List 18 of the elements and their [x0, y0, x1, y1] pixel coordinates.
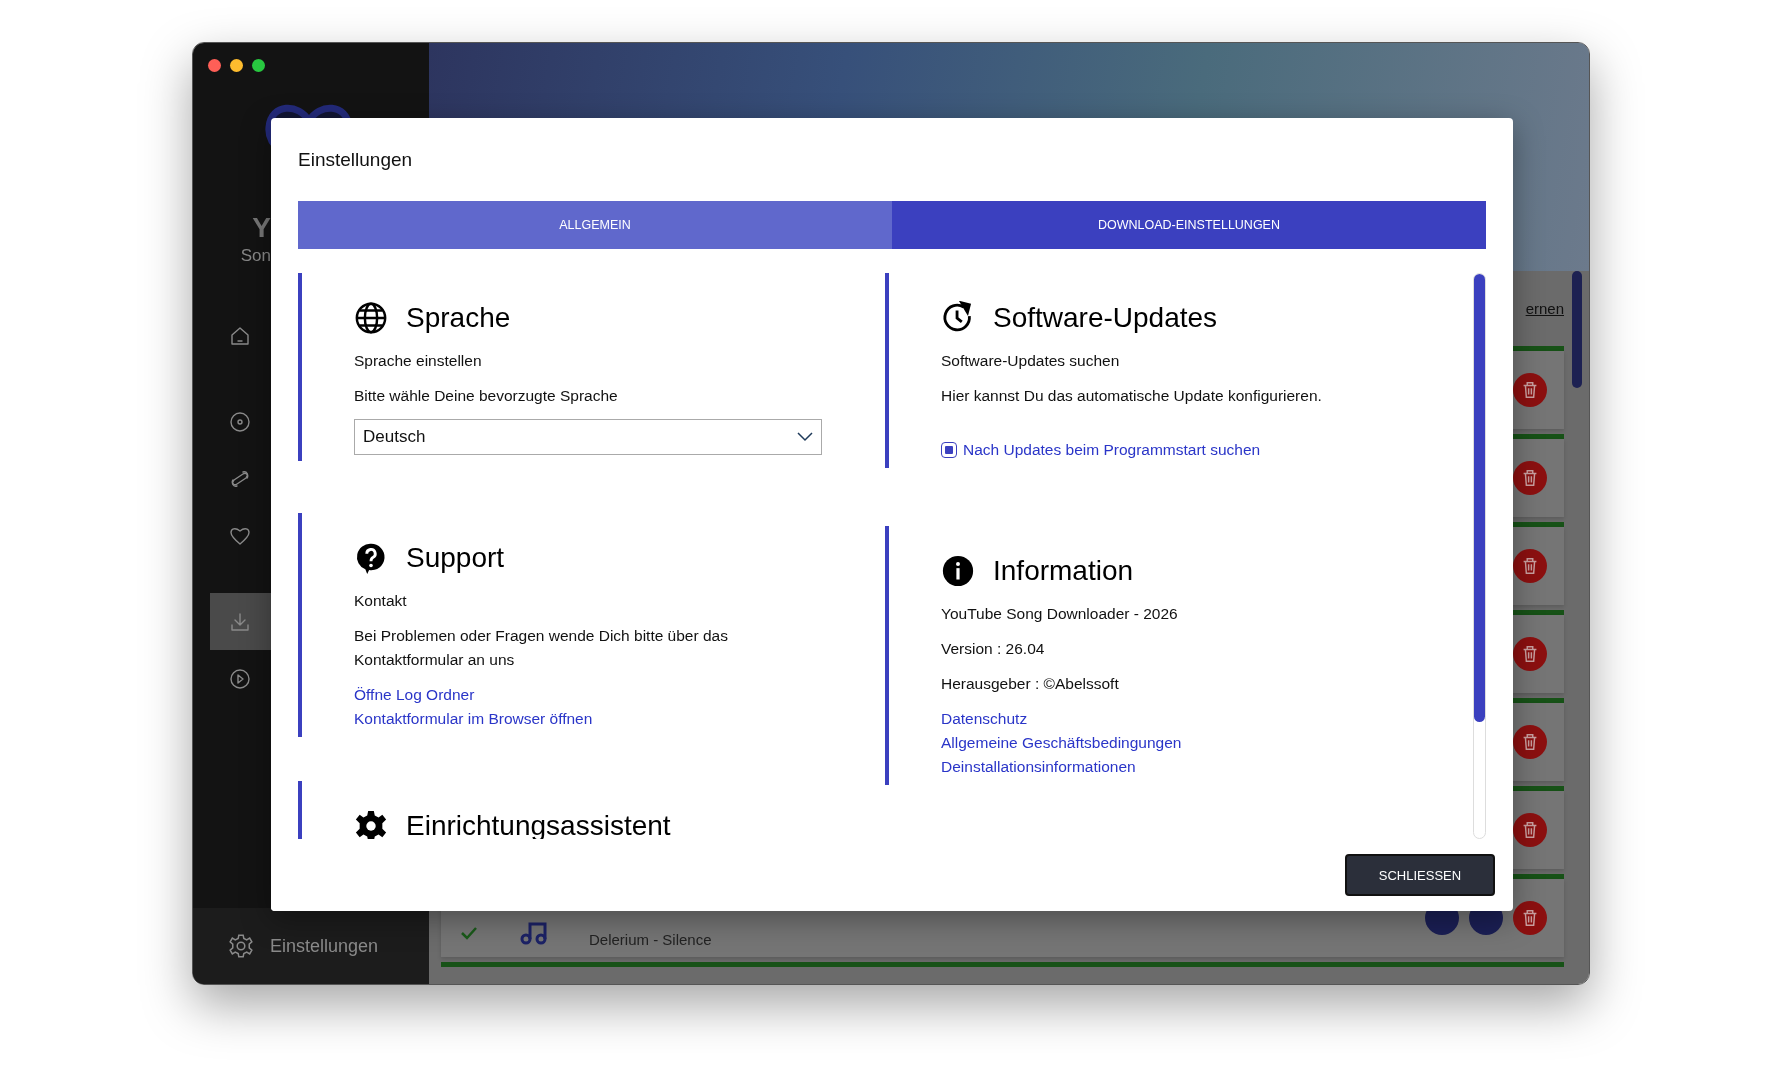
description-text: Software-Updates suchen [941, 351, 1121, 371]
section-title: Software-Updates [993, 302, 1218, 334]
description-text: Kontakt [354, 591, 408, 611]
track-title: Delerium - Silence [589, 930, 712, 948]
description-text: Bei Problemen oder Fragen wende Dich bitte über das Kontaktformular an uns [354, 626, 729, 670]
app-subtitle-text: Son [240, 245, 271, 267]
description-text: Bitte wähle Deine bevorzugte Sprache [354, 386, 619, 406]
app-name-text: Y [252, 211, 271, 245]
description-text: Sprache einstellen [354, 351, 483, 371]
description-text: YouTube Song Downloader - 2026 [941, 604, 1179, 624]
dialog-title: Einstellungen [298, 148, 414, 172]
section-title: Einrichtungsassistent [406, 810, 671, 842]
section-title: Support [406, 542, 505, 574]
section-title: Information [993, 555, 1134, 587]
description-text: Version : 26.04 [941, 639, 1046, 659]
section-title: Sprache [406, 302, 511, 334]
description-text: Hier kannst Du das automatische Update konfigurieren. [941, 386, 1323, 406]
description-text: Herausgeber : ©Abelssoft [941, 674, 1120, 694]
